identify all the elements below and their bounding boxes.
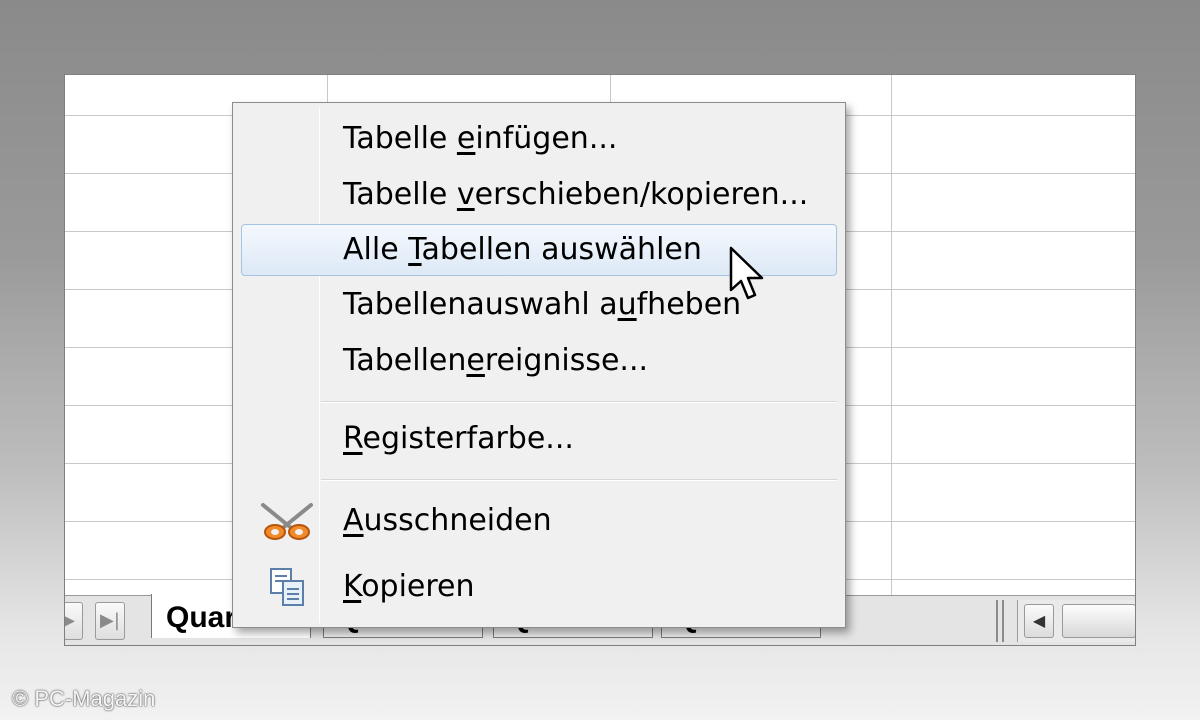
mouse-pointer-icon bbox=[728, 246, 768, 306]
menu-item-sheet-events[interactable]: Tabellenereignisse... bbox=[241, 335, 837, 387]
menu-item-tab-color[interactable]: Registerfarbe... bbox=[241, 413, 837, 465]
tab-splitter-handle[interactable] bbox=[996, 600, 1004, 642]
menu-item-cut[interactable]: Ausschneiden bbox=[241, 495, 837, 547]
column-divider bbox=[891, 75, 892, 595]
menu-separator bbox=[321, 401, 837, 403]
copyright-watermark: © PC-Magazin bbox=[12, 686, 156, 711]
menu-item-move-copy-sheet[interactable]: Tabelle verschieben/kopieren... bbox=[241, 169, 837, 221]
chevron-right-icon[interactable]: ▶ bbox=[65, 602, 83, 640]
horizontal-scrollbar[interactable]: ◀ bbox=[996, 600, 1135, 642]
scroll-thumb[interactable] bbox=[1062, 604, 1135, 638]
skip-last-icon[interactable]: ▶| bbox=[95, 602, 125, 640]
scroll-left-icon[interactable]: ◀ bbox=[1024, 604, 1054, 638]
menu-item-copy[interactable]: Kopieren bbox=[241, 561, 837, 613]
menu-item-insert-sheet[interactable]: Tabelle einfügen... bbox=[241, 113, 837, 165]
menu-separator bbox=[321, 479, 837, 481]
scissors-icon bbox=[257, 501, 317, 543]
sheet-context-menu: Tabelle einfügen... Tabelle verschieben/… bbox=[232, 102, 846, 628]
copy-icon bbox=[257, 567, 317, 609]
